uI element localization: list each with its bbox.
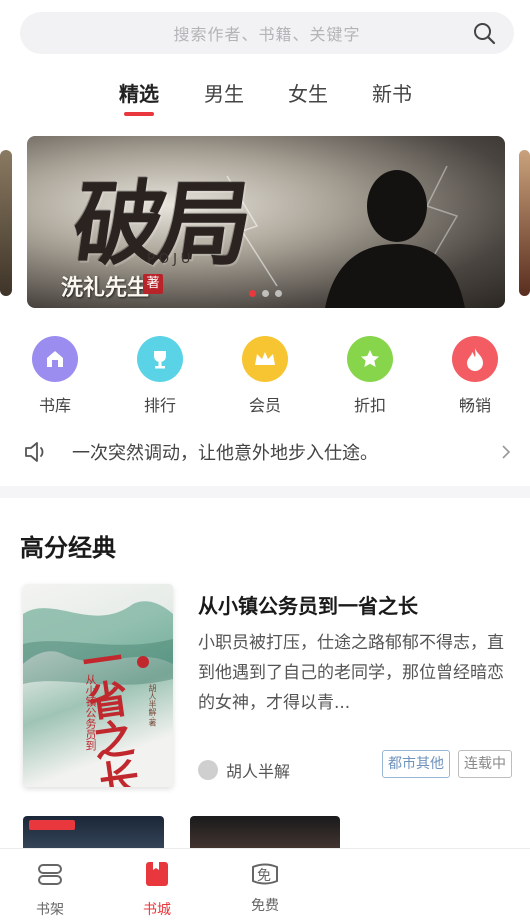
quick-nav: 书库 排行 会员 折扣 畅销 xyxy=(0,336,530,416)
nav-library[interactable]: 书库 xyxy=(20,336,90,416)
tab-male[interactable]: 男生 xyxy=(194,78,254,107)
book-title[interactable]: 从小镇公务员到一省之长 xyxy=(198,590,418,619)
publisher-badge xyxy=(29,820,75,830)
nav-ranking-label: 排行 xyxy=(143,396,176,415)
status-tag: 连载中 xyxy=(458,750,512,778)
carousel-dot xyxy=(262,290,269,297)
nav-discount-label: 折扣 xyxy=(353,396,386,415)
bottom-nav-bookshelf[interactable]: 书架 xyxy=(20,859,80,919)
carousel-dot xyxy=(275,290,282,297)
author-name: 胡人半解 xyxy=(226,762,291,781)
section-divider xyxy=(0,486,530,498)
bottom-nav-bookstore[interactable]: 书城 xyxy=(127,859,187,919)
figure-silhouette xyxy=(325,170,465,308)
carousel-dots xyxy=(249,290,282,297)
banner-author: 洗礼先生 xyxy=(61,275,150,301)
star-icon xyxy=(347,336,393,382)
nav-bestseller[interactable]: 畅销 xyxy=(440,336,510,416)
bottom-nav-free[interactable]: 免 免费 xyxy=(235,859,295,915)
section-title: 高分经典 xyxy=(20,534,116,562)
tab-female[interactable]: 女生 xyxy=(278,78,338,107)
search-bar[interactable]: 搜索作者、书籍、关键字 xyxy=(20,12,514,54)
bookstore-icon xyxy=(146,862,168,886)
bookshelf-icon xyxy=(38,864,62,885)
nav-ranking[interactable]: 排行 xyxy=(125,336,195,416)
nav-library-label: 书库 xyxy=(38,396,71,415)
free-icon-glyph: 免 xyxy=(257,868,271,884)
book-cover[interactable]: 一省之长 从小镇公务员到 胡人半解·著 xyxy=(23,584,173,787)
bottom-nav-free-label: 免费 xyxy=(251,898,279,914)
cover-author: 胡人半解·著 xyxy=(148,684,157,727)
nav-membership[interactable]: 会员 xyxy=(230,336,300,416)
banner-next-peek[interactable] xyxy=(519,150,530,296)
trophy-icon xyxy=(137,336,183,382)
nav-discount[interactable]: 折扣 xyxy=(335,336,405,416)
free-icon: 免 xyxy=(250,859,280,889)
bottom-nav: 书架 书城 免 免费 xyxy=(0,848,530,920)
book-description: 小职员被打压，仕途之路郁郁不得志，直到他遇到了自己的老同学，那位曾经暗恋的女神，… xyxy=(198,633,504,713)
banner-seal: 著 xyxy=(143,274,163,294)
tab-new-books[interactable]: 新书 xyxy=(362,78,422,107)
banner-slide[interactable]: 破局 POJU 洗礼先生 著 xyxy=(27,136,505,308)
chevron-right-icon xyxy=(502,445,511,459)
flame-icon xyxy=(452,336,498,382)
tab-featured[interactable]: 精选 xyxy=(109,78,169,107)
bottom-nav-bookstore-label: 书城 xyxy=(143,902,171,918)
banner-subtitle: POJU xyxy=(147,252,195,267)
notice-text: 一次突然调动，让他意外地步入仕途。 xyxy=(72,443,378,464)
house-icon xyxy=(32,336,78,382)
crown-icon xyxy=(242,336,288,382)
banner-prev-peek[interactable] xyxy=(0,150,12,296)
active-tab-indicator xyxy=(124,112,154,116)
author-row: 胡人半解 xyxy=(198,758,290,782)
speaker-icon xyxy=(25,442,44,462)
search-placeholder: 搜索作者、书籍、关键字 xyxy=(173,25,361,44)
genre-tag: 都市其他 xyxy=(382,750,450,778)
cover-vertical-text: 从小镇公务员到 xyxy=(84,674,97,751)
nav-membership-label: 会员 xyxy=(248,396,281,415)
search-icon[interactable] xyxy=(472,21,496,45)
category-tabs: 精选 男生 女生 新书 xyxy=(0,78,530,118)
bottom-nav-bookshelf-label: 书架 xyxy=(36,902,64,918)
notice-bar[interactable]: 一次突然调动，让他意外地步入仕途。 xyxy=(22,436,514,468)
author-avatar xyxy=(198,760,218,780)
book-card[interactable]: 一省之长 从小镇公务员到 胡人半解·著 从小镇公务员到一省之长 小职员被打压，仕… xyxy=(0,584,530,794)
carousel-dot-active xyxy=(249,290,256,297)
nav-bestseller-label: 畅销 xyxy=(458,396,491,415)
